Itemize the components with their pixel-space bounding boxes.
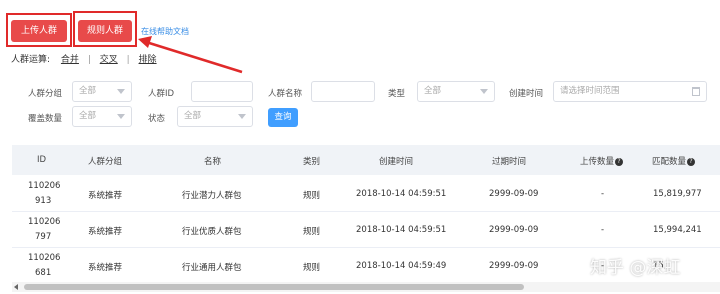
- help-icon[interactable]: ?: [615, 157, 624, 166]
- row-expires: 2999-09-09: [489, 261, 539, 271]
- matched-count-header-text: 匹配数量: [652, 157, 687, 167]
- row-group: 系统推荐: [88, 227, 123, 237]
- row-name: 行业通用人群包: [182, 263, 242, 273]
- row-created: 2018-10-14 04:59:51: [356, 225, 447, 235]
- row-group: 系统推荐: [88, 191, 123, 201]
- table-row[interactable]: 110206 797 系统推荐 行业优质人群包 规则 2018-10-14 04…: [12, 212, 720, 248]
- operation-intersect[interactable]: 交叉: [100, 55, 118, 65]
- coverage-select[interactable]: 全部: [72, 106, 132, 127]
- row-expires: 2999-09-09: [489, 225, 539, 235]
- watermark: 知乎 @深虹: [590, 258, 681, 278]
- table-row[interactable]: 110206 913 系统推荐 行业潜力人群包 规则 2018-10-14 04…: [12, 176, 720, 212]
- type-select-value: 全部: [424, 86, 442, 96]
- chevron-down-icon: [480, 89, 488, 94]
- row-category: 规则: [303, 227, 321, 237]
- row-upload: -: [601, 189, 605, 199]
- created-time-range-picker[interactable]: 请选择时间范围: [553, 81, 707, 102]
- type-select[interactable]: 全部: [417, 81, 495, 102]
- created-time-placeholder: 请选择时间范围: [560, 86, 620, 96]
- column-header-group: 人群分组: [88, 157, 123, 167]
- chevron-down-icon: [238, 114, 246, 119]
- row-id-part1: 110206: [28, 217, 61, 227]
- group-select-value: 全部: [79, 86, 97, 96]
- row-category: 规则: [303, 191, 321, 201]
- operation-exclude[interactable]: 排除: [139, 55, 157, 65]
- calendar-icon: [692, 87, 700, 96]
- operation-merge[interactable]: 合并: [61, 55, 79, 65]
- crowd-id-input[interactable]: [191, 81, 253, 102]
- separator: |: [87, 55, 91, 65]
- column-header-id: ID: [37, 155, 47, 165]
- crowd-name-input[interactable]: [311, 81, 375, 102]
- status-select[interactable]: 全部: [177, 106, 253, 127]
- crowd-id-label: 人群ID: [148, 89, 175, 99]
- coverage-filter-label: 覆盖数量: [28, 114, 63, 124]
- row-upload: -: [601, 225, 605, 235]
- crowd-operations: 人群运算: 合并 | 交叉 | 排除: [11, 53, 157, 67]
- upload-count-header-text: 上传数量: [580, 157, 615, 167]
- created-time-label: 创建时间: [509, 89, 544, 99]
- upload-crowd-package-button[interactable]: 上传人群包: [11, 20, 67, 58]
- row-id-part1: 110206: [28, 181, 61, 191]
- column-header-name: 名称: [204, 157, 222, 167]
- chevron-down-icon: [117, 114, 125, 119]
- status-select-value: 全部: [184, 111, 202, 121]
- chevron-down-icon: [117, 89, 125, 94]
- crowd-name-label: 人群名称: [268, 89, 303, 99]
- row-id-part2: 681: [35, 268, 52, 278]
- column-header-category: 类别: [303, 157, 321, 167]
- horizontal-scrollbar[interactable]: [12, 282, 720, 292]
- coverage-select-value: 全部: [79, 111, 97, 121]
- type-filter-label: 类型: [388, 89, 406, 99]
- scrollbar-thumb[interactable]: [24, 284, 524, 290]
- query-button[interactable]: 查询: [268, 108, 298, 127]
- row-id-part2: 797: [35, 232, 52, 242]
- separator: |: [126, 55, 130, 65]
- row-created: 2018-10-14 04:59:51: [356, 189, 447, 199]
- table-header: ID 人群分组 名称 类别 创建时间 过期时间 上传数量? 匹配数量?: [12, 145, 720, 175]
- scroll-left-icon[interactable]: [14, 284, 18, 290]
- column-header-matched-count: 匹配数量?: [652, 155, 696, 167]
- operations-label: 人群运算:: [11, 55, 51, 65]
- row-name: 行业优质人群包: [182, 227, 242, 237]
- toolbar: 上传人群包 规则人群包 在线帮助文档: [0, 0, 720, 58]
- row-group: 系统推荐: [88, 263, 123, 273]
- row-created: 2018-10-14 04:59:49: [356, 261, 447, 271]
- row-name: 行业潜力人群包: [182, 191, 242, 201]
- row-expires: 2999-09-09: [489, 189, 539, 199]
- row-matched: 15,819,977: [653, 189, 702, 199]
- row-id-part2: 913: [35, 196, 52, 206]
- column-header-created: 创建时间: [379, 157, 414, 167]
- row-id-part1: 110206: [28, 253, 61, 263]
- row-category: 规则: [303, 263, 321, 273]
- column-header-expires: 过期时间: [492, 157, 527, 167]
- status-filter-label: 状态: [148, 114, 166, 124]
- help-icon[interactable]: ?: [687, 157, 696, 166]
- column-header-upload-count: 上传数量?: [580, 155, 624, 167]
- row-matched: 15,994,241: [653, 225, 702, 235]
- group-select[interactable]: 全部: [72, 81, 132, 102]
- group-filter-label: 人群分组: [28, 89, 63, 99]
- rule-crowd-package-button[interactable]: 规则人群包: [78, 20, 132, 58]
